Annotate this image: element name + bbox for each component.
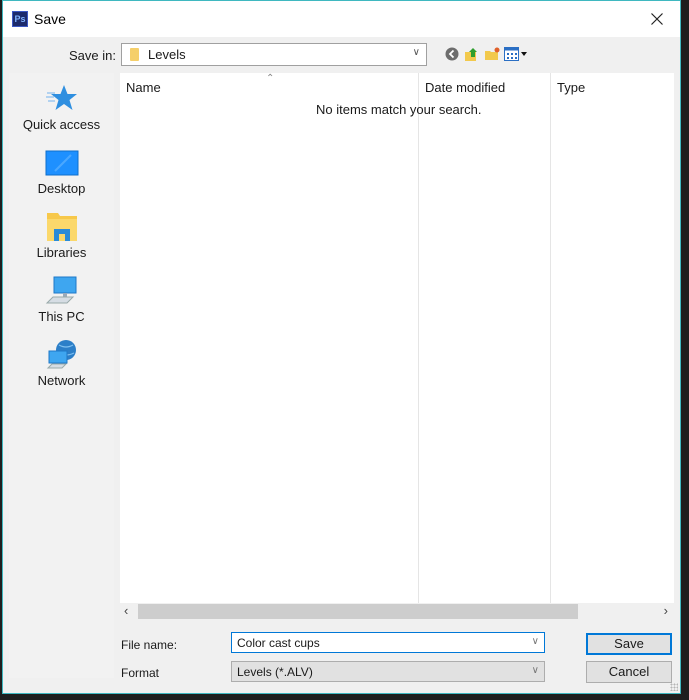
photoshop-icon: Ps [12, 11, 28, 27]
chevron-down-icon: ∨ [412, 47, 420, 58]
desktop-icon [45, 147, 79, 179]
horizontal-scrollbar[interactable]: ‹ › [120, 603, 674, 620]
file-name-value: Color cast cups [237, 636, 320, 650]
sidebar-label: This PC [38, 309, 85, 324]
sidebar-item-desktop[interactable]: Desktop [9, 147, 114, 196]
navigation-toolbar [444, 45, 528, 63]
new-folder-button[interactable] [484, 46, 500, 62]
sidebar-label: Quick access [22, 117, 101, 132]
sort-ascending-icon: ⌃ [266, 73, 275, 84]
back-button[interactable] [444, 46, 460, 62]
file-name-input[interactable]: Color cast cups ∨ [231, 632, 545, 653]
star-icon [45, 83, 79, 115]
column-header-type[interactable]: Type [557, 80, 585, 95]
save-dialog: Ps Save Save in: Levels ∨ Quick access D… [2, 0, 681, 694]
view-menu-button[interactable] [504, 46, 528, 62]
format-label: Format [121, 666, 160, 680]
empty-message: No items match your search. [316, 102, 482, 117]
chevron-down-icon: ∨ [531, 665, 539, 676]
places-sidebar: Quick access Desktop Libraries This PC N… [9, 73, 114, 678]
save-in-value: Levels [148, 47, 186, 62]
close-icon [651, 13, 663, 25]
column-divider[interactable] [550, 73, 551, 603]
libraries-icon [45, 211, 79, 243]
save-in-label: Save in: [69, 48, 116, 63]
view-menu-icon [504, 47, 527, 61]
column-header-date-modified[interactable]: Date modified [425, 80, 505, 95]
resize-grip[interactable] [670, 683, 678, 691]
scrollbar-thumb[interactable] [138, 604, 578, 619]
back-icon [445, 47, 459, 61]
column-divider[interactable] [418, 73, 419, 603]
format-value: Levels (*.ALV) [237, 665, 313, 679]
chevron-down-icon[interactable]: ∨ [532, 636, 539, 647]
sidebar-item-this-pc[interactable]: This PC [9, 275, 114, 324]
sidebar-label: Network [37, 373, 86, 388]
format-dropdown[interactable]: Levels (*.ALV) ∨ [231, 661, 545, 682]
sidebar-item-libraries[interactable]: Libraries [9, 211, 114, 260]
column-header-name[interactable]: Name [126, 80, 161, 95]
sidebar-item-network[interactable]: Network [9, 339, 114, 388]
file-list[interactable]: ⌃ Name Date modified Type No items match… [120, 73, 674, 603]
title-bar: Ps Save [3, 1, 680, 37]
sidebar-item-quick-access[interactable]: Quick access [9, 83, 114, 132]
computer-icon [45, 275, 79, 307]
sidebar-label: Desktop [37, 181, 86, 196]
close-button[interactable] [634, 1, 680, 37]
save-in-dropdown[interactable]: Levels ∨ [121, 43, 427, 66]
window-title: Save [34, 11, 66, 27]
new-folder-icon [485, 47, 500, 60]
save-button[interactable]: Save [586, 633, 672, 655]
file-name-label: File name: [121, 638, 178, 652]
sidebar-label: Libraries [36, 245, 87, 260]
network-icon [45, 339, 79, 371]
folder-icon [130, 48, 139, 61]
up-folder-button[interactable] [464, 46, 480, 62]
scroll-right-icon[interactable]: › [664, 603, 668, 618]
scroll-left-icon[interactable]: ‹ [124, 603, 128, 618]
up-folder-icon [465, 48, 477, 61]
cancel-button[interactable]: Cancel [586, 661, 672, 683]
